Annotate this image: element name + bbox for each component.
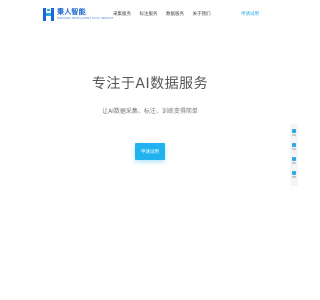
side-item-top[interactable]: 顶部 bbox=[290, 169, 298, 181]
side-label: 微信 bbox=[291, 163, 296, 165]
nav-item-collection[interactable]: 采集服务 bbox=[113, 11, 131, 17]
brand-tagline: BINGREN INTELLIGENT DATA SERVICE bbox=[57, 16, 114, 20]
qr-icon bbox=[292, 157, 296, 161]
top-header: 秉人智能 BINGREN INTELLIGENT DATA SERVICE 采集… bbox=[0, 0, 300, 30]
chat-icon bbox=[292, 129, 296, 133]
hero-title: 专注于AI数据服务 bbox=[91, 76, 209, 92]
brand-name: 秉人智能 bbox=[57, 8, 86, 16]
side-label: 顶部 bbox=[291, 177, 296, 179]
side-item-wechat[interactable]: 微信 bbox=[290, 155, 298, 167]
side-toolbar: 咨询 电话 微信 顶部 bbox=[290, 124, 298, 186]
side-label: 电话 bbox=[291, 149, 296, 151]
brand-logo[interactable]: 秉人智能 BINGREN INTELLIGENT DATA SERVICE bbox=[43, 8, 113, 21]
arrow-up-icon bbox=[292, 171, 296, 175]
nav-item-data[interactable]: 数据服务 bbox=[166, 11, 184, 17]
phone-icon bbox=[292, 143, 296, 147]
logo-text: 秉人智能 BINGREN INTELLIGENT DATA SERVICE bbox=[57, 9, 113, 20]
side-item-chat[interactable]: 咨询 bbox=[290, 127, 298, 139]
logo-mark-icon bbox=[43, 8, 54, 21]
page: 秉人智能 BINGREN INTELLIGENT DATA SERVICE 采集… bbox=[0, 0, 300, 300]
nav-item-about[interactable]: 关于我们 bbox=[193, 11, 211, 17]
side-item-phone[interactable]: 电话 bbox=[290, 141, 298, 153]
side-label: 咨询 bbox=[291, 135, 296, 137]
header-trial-link[interactable]: 申请试用 bbox=[241, 11, 259, 17]
main-nav: 采集服务 标注服务 数据服务 关于我们 bbox=[113, 11, 211, 17]
hero-subtitle: 让AI数据采集、标注、训练变得简单 bbox=[102, 108, 198, 115]
nav-item-annotation[interactable]: 标注服务 bbox=[140, 11, 158, 17]
apply-trial-button[interactable]: 申请试用 bbox=[135, 143, 165, 160]
